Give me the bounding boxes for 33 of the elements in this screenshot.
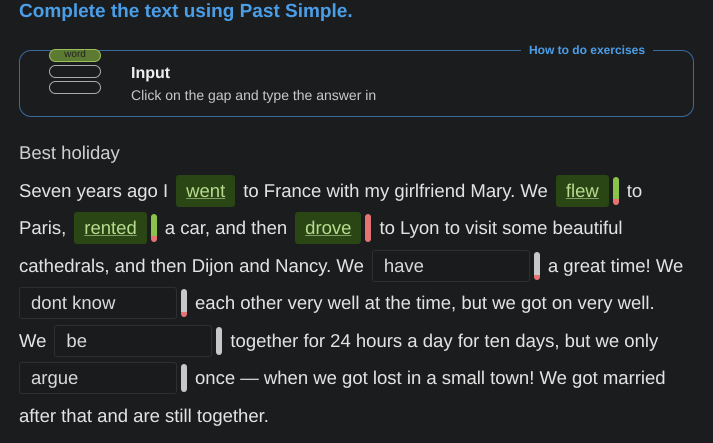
sentence-text: a car, and then (164, 217, 288, 240)
attempt-meter (534, 252, 540, 280)
sentence-text: to (626, 180, 642, 202)
section-title: Best holiday (19, 142, 121, 164)
sentence-text: once — when we got lost in a small town! We got married (195, 367, 666, 390)
answer-gap[interactable]: flew (556, 174, 609, 207)
how-to-link[interactable]: How to do exercises (520, 43, 653, 57)
attempt-meter (216, 326, 222, 355)
answer-gap[interactable]: drove (295, 212, 362, 244)
sentence-text: to France with my girlfriend Mary. We (243, 180, 548, 202)
sentence-text: after that and are still together. (19, 404, 269, 427)
attempt-meter (150, 214, 157, 242)
sentence-text: to Lyon to visit some beautiful (379, 217, 622, 240)
attempt-meter (365, 214, 372, 242)
sentence-text: We (19, 330, 46, 352)
sentence-text: a great time! We (548, 254, 684, 277)
exercise-title: Complete the text using Past Simple. (19, 0, 354, 23)
answer-gap[interactable]: rented (74, 212, 147, 244)
attempt-meter (612, 176, 619, 205)
attempt-meter (181, 364, 187, 392)
sentence-text: each other very well at the time, but we got on very well. (195, 292, 655, 314)
sentence-text: cathedrals, and then Dijon and Nancy. We (19, 254, 364, 277)
sentence-text: together for 24 hours a day for ten days, but we only (230, 330, 658, 352)
attempt-meter (181, 289, 187, 318)
answer-field[interactable]: argue (19, 362, 177, 394)
instructions-text: Click on the gap and type the answer in (131, 86, 376, 102)
sentence-text: Seven years ago I (19, 180, 168, 202)
answer-field[interactable]: have (372, 250, 530, 282)
answer-gap[interactable]: went (176, 174, 236, 207)
instructions-heading: Input (131, 64, 172, 82)
answer-field[interactable]: dont know (19, 287, 177, 320)
answer-field[interactable]: be (54, 324, 212, 357)
sentence-text: Paris, (19, 217, 66, 240)
